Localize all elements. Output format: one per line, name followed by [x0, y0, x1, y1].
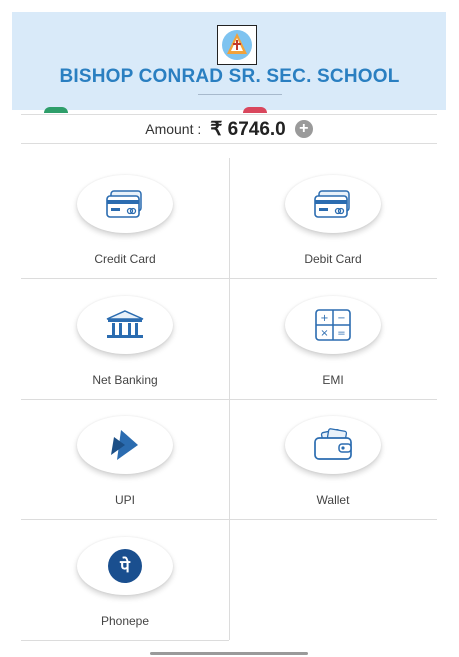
svg-text:+: + [320, 313, 328, 324]
amount-number: 6746.0 [227, 118, 286, 140]
calculator-icon: + − × = [315, 309, 351, 341]
currency-symbol: ₹ [210, 118, 223, 140]
option-label: Phonepe [100, 614, 150, 628]
payment-option-phonepe[interactable]: पे Phonepe [21, 520, 229, 640]
school-name: BISHOP CONRAD SR. SEC. SCHOOL [59, 66, 400, 87]
amount-label: Amount : [145, 121, 202, 137]
payment-option-net-banking[interactable]: Net Banking [21, 279, 229, 399]
option-circle[interactable] [285, 416, 381, 474]
option-circle[interactable] [77, 416, 173, 474]
option-circle[interactable] [285, 175, 381, 233]
svg-text:×: × [320, 328, 328, 339]
option-label: Wallet [316, 493, 350, 507]
bank-icon [106, 310, 144, 338]
option-circle[interactable] [77, 296, 173, 354]
payment-option-credit-card[interactable]: Credit Card [21, 158, 229, 278]
payment-option-debit-card[interactable]: Debit Card [229, 158, 437, 278]
home-indicator[interactable] [150, 652, 308, 655]
wallet-icon [314, 428, 352, 460]
option-circle[interactable]: + − × = [285, 296, 381, 354]
svg-text:=: = [337, 328, 345, 339]
option-label: Debit Card [304, 252, 362, 266]
option-circle[interactable] [77, 175, 173, 233]
plus-circle-icon[interactable]: + [294, 120, 313, 138]
payment-option-upi[interactable]: UPI [21, 399, 229, 519]
payment-option-emi[interactable]: + − × = EMI [229, 279, 437, 399]
option-circle[interactable]: पे [77, 537, 173, 595]
status-dot-green [44, 107, 68, 113]
option-label: UPI [114, 493, 135, 507]
payment-options-grid: Credit Card Debit Card Net Banking + − ×… [21, 158, 437, 641]
school-crest-icon [217, 25, 257, 65]
debit-card-icon [314, 190, 350, 218]
payment-option-wallet[interactable]: Wallet [229, 399, 437, 519]
credit-card-icon [106, 190, 142, 218]
amount-bar: Amount : ₹ 6746.0 + [21, 114, 437, 144]
option-label: EMI [322, 373, 344, 387]
svg-text:पे: पे [119, 556, 131, 577]
option-label: Net Banking [92, 373, 158, 387]
amount-value: ₹ 6746.0 [210, 118, 286, 141]
svg-text:−: − [337, 313, 345, 324]
school-header [12, 12, 446, 110]
option-label: Credit Card [94, 252, 156, 266]
phonepe-icon: पे [108, 549, 142, 583]
status-dot-red [243, 107, 267, 113]
upi-icon [111, 430, 138, 460]
grid-divider [21, 640, 229, 641]
header-divider [198, 94, 282, 95]
